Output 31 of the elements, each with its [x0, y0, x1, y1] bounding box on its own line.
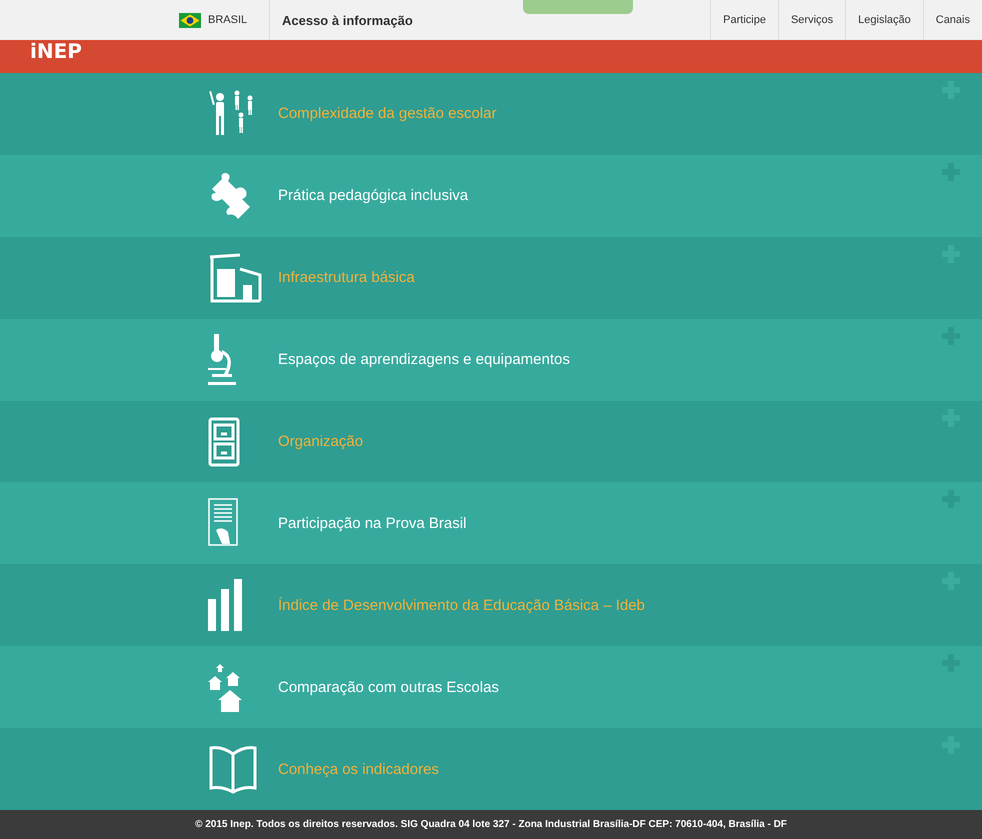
accordion-row[interactable]: Espaços de aprendizagens e equipamentos [0, 318, 982, 401]
row-title: Conheça os indicadores [278, 760, 439, 778]
row-title: Comparação com outras Escolas [278, 678, 499, 696]
row-title: Prática pedagógica inclusiva [278, 187, 468, 204]
bar-chart-icon [208, 579, 244, 632]
top-tab[interactable] [523, 0, 633, 14]
accordion-row[interactable]: Conheça os indicadores [0, 728, 982, 810]
book-icon [208, 744, 258, 794]
accordion-row[interactable]: Comparação com outras Escolas [0, 646, 982, 728]
access-link[interactable]: Acesso à informação [282, 12, 413, 28]
country-link[interactable]: BRASIL [208, 14, 248, 26]
accordion-row[interactable]: Complexidade da gestão escolar [0, 73, 982, 155]
houses-icon [208, 662, 242, 712]
accordion-row[interactable]: Infraestrutura básica [0, 236, 982, 319]
footer-text: © 2015 Inep. Todos os direitos reservados. SIG Quadra 04 lote 327 - Zona Industrial Brasília-DF CEP: 70610-404, Brasília - DF [195, 819, 787, 830]
row-title: Organização [278, 433, 364, 450]
building-icon [208, 252, 262, 303]
row-title: Infraestrutura básica [278, 269, 415, 286]
row-title: Participação na Prova Brasil [278, 514, 466, 532]
accordion-row[interactable]: Organização [0, 400, 982, 482]
row-title: Espaços de aprendizagens e equipamentos [278, 351, 570, 368]
row-title: Índice de Desenvolvimento da Educação Básica – Ideb [278, 596, 645, 614]
cabinet-icon [208, 416, 240, 466]
row-title: Complexidade da gestão escolar [278, 105, 496, 122]
accordion-row[interactable]: Prática pedagógica inclusiva [0, 154, 982, 237]
accordion-row[interactable]: Participação na Prova Brasil [0, 482, 982, 564]
document-icon [208, 498, 238, 548]
logo[interactable]: iNEP [30, 40, 82, 62]
microscope-icon [208, 334, 238, 386]
flag-icon [179, 12, 201, 28]
accordion-row[interactable]: Índice de Desenvolvimento da Educação Básica – Ideb [0, 564, 982, 646]
